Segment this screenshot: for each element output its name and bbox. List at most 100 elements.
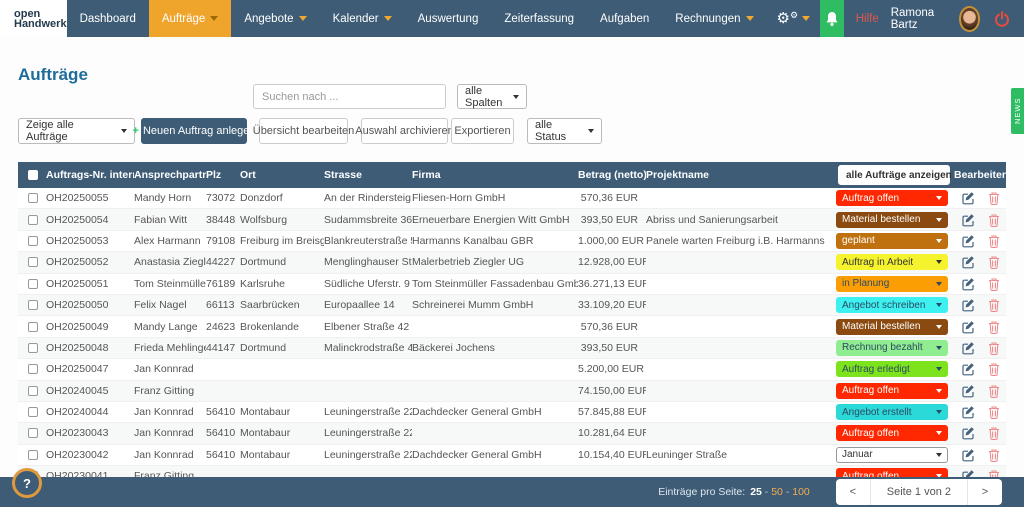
edit-row-button[interactable]: [954, 384, 982, 398]
row-status-select[interactable]: Rechnung bezahlt: [836, 340, 948, 356]
search-input[interactable]: [253, 84, 446, 109]
row-checkbox[interactable]: [28, 386, 38, 396]
row-checkbox[interactable]: [28, 300, 38, 310]
row-checkbox[interactable]: [28, 364, 38, 374]
nav-item-zeiterfassung[interactable]: Zeiterfassung: [491, 0, 587, 37]
edit-row-button[interactable]: [954, 448, 982, 462]
logout-button[interactable]: [980, 0, 1024, 37]
trash-icon: [988, 448, 1000, 462]
page-size-25[interactable]: 25: [750, 486, 762, 498]
column-header-ort[interactable]: Ort: [240, 169, 324, 181]
new-order-button[interactable]: + Neuen Auftrag anlegen: [141, 118, 247, 144]
edit-row-button[interactable]: [954, 405, 982, 419]
row-checkbox[interactable]: [28, 257, 38, 267]
edit-row-button[interactable]: [954, 234, 982, 248]
column-header-nr[interactable]: Auftrags-Nr. intern.: [46, 169, 134, 181]
settings-menu-button[interactable]: ⚙⚙: [767, 0, 821, 37]
cell-firma: Tom Steinmüller Fassadenbau GmbH: [412, 278, 578, 290]
delete-row-button[interactable]: [982, 213, 1006, 227]
delete-row-button[interactable]: [982, 426, 1006, 440]
cell-ansprechpartner: Mandy Lange: [134, 321, 206, 333]
delete-row-button[interactable]: [982, 255, 1006, 269]
nav-item-auswertung[interactable]: Auswertung: [405, 0, 492, 37]
edit-row-button[interactable]: [954, 298, 982, 312]
row-status-select[interactable]: Auftrag offen: [836, 425, 948, 441]
column-header-plz[interactable]: Plz: [206, 169, 240, 181]
edit-row-button[interactable]: [954, 191, 982, 205]
row-checkbox[interactable]: [28, 193, 38, 203]
help-fab-button[interactable]: ?: [12, 468, 42, 498]
delete-row-button[interactable]: [982, 405, 1006, 419]
column-header-firma[interactable]: Firma: [412, 169, 578, 181]
help-link[interactable]: Hilfe: [844, 0, 891, 37]
delete-row-button[interactable]: [982, 298, 1006, 312]
prev-page-button[interactable]: <: [836, 479, 870, 505]
page-title: Aufträge: [18, 65, 88, 85]
nav-item-kalender[interactable]: Kalender: [320, 0, 405, 37]
edit-row-button[interactable]: [954, 320, 982, 334]
row-status-select[interactable]: Material bestellen: [836, 319, 948, 335]
delete-row-button[interactable]: [982, 341, 1006, 355]
nav-item-angebote[interactable]: Angebote: [231, 0, 319, 37]
row-checkbox[interactable]: [28, 215, 38, 225]
chevron-down-icon: [588, 129, 594, 133]
columns-select[interactable]: alle Spalten: [457, 84, 527, 109]
column-header-projektname[interactable]: Projektname: [646, 169, 836, 181]
archive-selection-button[interactable]: Auswahl archivieren: [361, 118, 448, 144]
delete-row-button[interactable]: [982, 234, 1006, 248]
row-checkbox[interactable]: [28, 322, 38, 332]
delete-row-button[interactable]: [982, 362, 1006, 376]
news-tab[interactable]: NEWS: [1011, 88, 1024, 134]
row-status-select[interactable]: Januar: [836, 447, 948, 463]
row-checkbox[interactable]: [28, 343, 38, 353]
row-checkbox[interactable]: [28, 450, 38, 460]
row-checkbox[interactable]: [28, 236, 38, 246]
page-size-100[interactable]: 100: [792, 486, 810, 498]
row-status-select[interactable]: geplant: [836, 233, 948, 249]
edit-row-button[interactable]: [954, 341, 982, 355]
edit-overview-button[interactable]: Übersicht bearbeiten: [259, 118, 348, 144]
row-checkbox[interactable]: [28, 428, 38, 438]
nav-item-aufträge[interactable]: Aufträge: [149, 0, 231, 37]
next-page-button[interactable]: >: [968, 479, 1002, 505]
edit-row-button[interactable]: [954, 362, 982, 376]
row-status-select[interactable]: Angebot erstellt: [836, 404, 948, 420]
edit-row-button[interactable]: [954, 426, 982, 440]
delete-row-button[interactable]: [982, 320, 1006, 334]
cell-strasse: Leuningerstraße 22: [324, 449, 412, 461]
delete-row-button[interactable]: [982, 277, 1006, 291]
edit-row-button[interactable]: [954, 277, 982, 291]
row-status-select[interactable]: Angebot schreiben: [836, 297, 948, 313]
row-status-select[interactable]: Auftrag in Arbeit: [836, 254, 948, 270]
row-status-select[interactable]: Material bestellen: [836, 212, 948, 228]
delete-row-button[interactable]: [982, 384, 1006, 398]
delete-row-button[interactable]: [982, 191, 1006, 205]
user-avatar[interactable]: [959, 6, 980, 32]
export-button[interactable]: Exportieren: [451, 118, 514, 144]
app-logo[interactable]: open Handwerk: [0, 0, 67, 37]
row-status-select[interactable]: Auftrag offen: [836, 383, 948, 399]
nav-item-dashboard[interactable]: Dashboard: [67, 0, 149, 37]
show-orders-select[interactable]: Zeige alle Aufträge: [18, 118, 135, 144]
row-status-select[interactable]: in Planung: [836, 276, 948, 292]
row-status-select[interactable]: Auftrag offen: [836, 190, 948, 206]
delete-row-button[interactable]: [982, 448, 1006, 462]
logo-line2: Handwerk: [14, 19, 67, 29]
row-status-select[interactable]: Auftrag erledigt: [836, 361, 948, 377]
header-status-select[interactable]: alle Aufträge anzeigen: [838, 165, 950, 185]
chevron-down-icon: [936, 431, 942, 435]
row-checkbox[interactable]: [28, 407, 38, 417]
page-size-50[interactable]: 50: [771, 486, 783, 498]
column-header-betrag[interactable]: Betrag (netto): [578, 169, 646, 181]
column-header-ansprechpartner[interactable]: Ansprechpartner: [134, 169, 206, 181]
row-checkbox[interactable]: [28, 279, 38, 289]
edit-row-button[interactable]: [954, 255, 982, 269]
notifications-button[interactable]: [820, 0, 844, 37]
nav-item-rechnungen[interactable]: Rechnungen: [662, 0, 766, 37]
edit-row-button[interactable]: [954, 213, 982, 227]
cell-plz: 76189: [206, 278, 240, 290]
select-all-checkbox[interactable]: [28, 170, 38, 180]
nav-item-aufgaben[interactable]: Aufgaben: [587, 0, 662, 37]
column-header-strasse[interactable]: Strasse: [324, 169, 412, 181]
status-filter-select[interactable]: alle Status: [527, 118, 602, 144]
